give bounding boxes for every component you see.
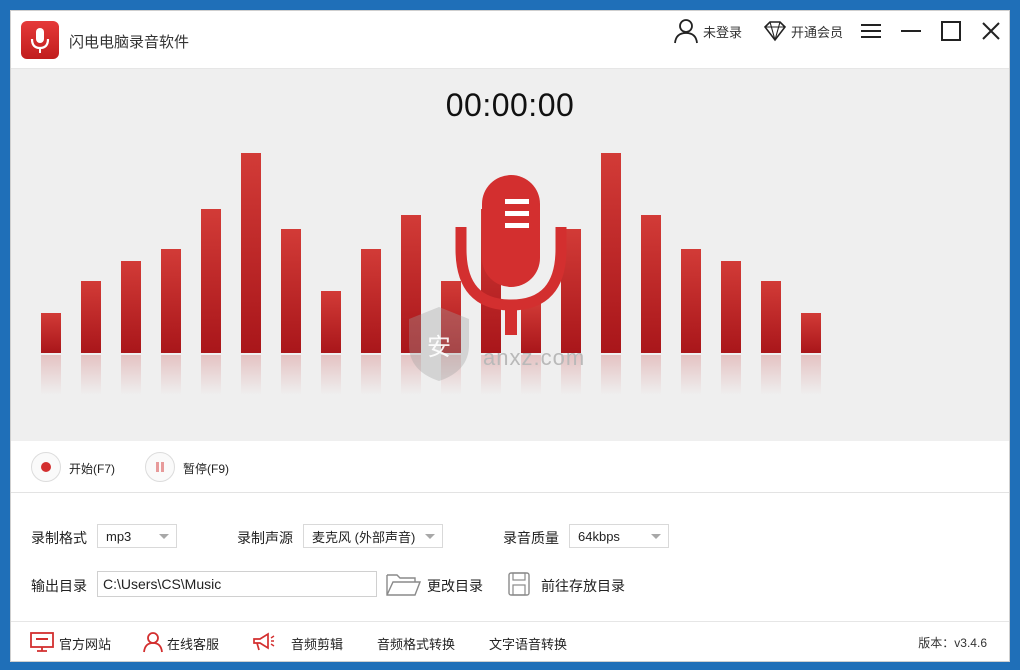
- menu-button[interactable]: [857, 17, 885, 45]
- footer-bar: 官方网站 在线客服 音频剪辑 音频格式转换 文字语音转换 版本：v3.4.6: [11, 621, 1009, 661]
- level-bar: [81, 281, 101, 353]
- customer-service-icon: [143, 632, 163, 653]
- audio-edit-link[interactable]: 音频剪辑: [291, 634, 343, 653]
- level-bar: [41, 313, 61, 353]
- level-bar-reflection: [81, 355, 101, 395]
- output-dir-input[interactable]: [97, 571, 377, 597]
- level-bar-reflection: [361, 355, 381, 395]
- level-bar-reflection: [241, 355, 261, 395]
- source-value: 麦克风 (外部声音): [312, 529, 416, 545]
- level-bar-reflection: [161, 355, 181, 395]
- level-bar-reflection: [721, 355, 741, 395]
- login-label: 未登录: [703, 24, 743, 40]
- open-output-dir-button[interactable]: 前往存放目录: [507, 569, 637, 599]
- level-bar: [321, 291, 341, 353]
- online-service-link[interactable]: 在线客服: [167, 634, 219, 653]
- watermark-shield-icon: 安: [409, 307, 469, 381]
- change-dir-button[interactable]: 更改目录: [385, 569, 491, 599]
- open-output-dir-label: 前往存放目录: [541, 578, 625, 594]
- maximize-button[interactable]: [937, 17, 965, 45]
- level-bar-reflection: [201, 355, 221, 395]
- level-bar-reflection: [641, 355, 661, 395]
- record-dot-icon: [41, 462, 51, 472]
- save-disk-icon: [508, 572, 530, 596]
- record-controls: 开始(F7) 暂停(F9): [11, 441, 1009, 493]
- maximize-icon: [941, 21, 961, 41]
- chevron-down-icon: [425, 534, 435, 539]
- app-window: 闪电电脑录音软件 未登录 开通会员 00:00:00 安 anxz.com 开始…: [10, 10, 1010, 662]
- level-bar: [641, 215, 661, 353]
- level-bar: [241, 153, 261, 353]
- text-to-speech-link[interactable]: 文字语音转换: [489, 634, 567, 653]
- app-title: 闪电电脑录音软件: [69, 34, 190, 51]
- level-bar: [361, 249, 381, 353]
- login-button[interactable]: 未登录: [673, 17, 742, 45]
- level-bar-reflection: [281, 355, 301, 395]
- format-select[interactable]: mp3: [97, 524, 177, 548]
- svg-text:安: 安: [427, 333, 451, 361]
- start-record-label: 开始(F7): [69, 462, 115, 476]
- format-label: 录制格式: [31, 530, 87, 546]
- source-select[interactable]: 麦克风 (外部声音): [303, 524, 443, 548]
- level-bar-reflection: [321, 355, 341, 395]
- close-button[interactable]: [977, 17, 1005, 45]
- level-bar-reflection: [681, 355, 701, 395]
- minimize-button[interactable]: [897, 17, 925, 45]
- close-icon: [982, 22, 1000, 40]
- version-text: 版本：v3.4.6: [918, 636, 987, 650]
- chevron-down-icon: [159, 534, 169, 539]
- level-bar: [121, 261, 141, 353]
- start-record-button[interactable]: [31, 452, 61, 482]
- official-website-link[interactable]: 官方网站: [59, 634, 111, 653]
- record-timer: 00:00:00: [445, 87, 575, 123]
- title-bar: 闪电电脑录音软件 未登录 开通会员: [11, 11, 1009, 69]
- user-icon: [674, 19, 698, 44]
- website-monitor-icon: [30, 632, 54, 652]
- level-bar: [601, 153, 621, 353]
- pause-icon: [156, 462, 164, 472]
- level-bar-reflection: [801, 355, 821, 395]
- output-dir-label: 输出目录: [31, 578, 87, 594]
- folder-icon: [386, 574, 421, 596]
- watermark-text: anxz.com: [483, 345, 586, 370]
- format-value: mp3: [106, 528, 132, 544]
- audio-visualizer: 00:00:00 安 anxz.com: [11, 69, 1009, 441]
- level-bar-reflection: [761, 355, 781, 395]
- hamburger-menu-icon: [861, 24, 881, 38]
- level-bar: [161, 249, 181, 353]
- level-bar: [681, 249, 701, 353]
- level-bar: [721, 261, 741, 353]
- pause-record-button[interactable]: [145, 452, 175, 482]
- level-bar-reflection: [601, 355, 621, 395]
- quality-value: 64kbps: [578, 528, 620, 544]
- pause-record-label: 暂停(F9): [183, 462, 229, 476]
- quality-select[interactable]: 64kbps: [569, 524, 669, 548]
- quality-label: 录音质量: [503, 530, 559, 546]
- source-label: 录制声源: [237, 530, 293, 546]
- level-bar-reflection: [121, 355, 141, 395]
- level-bar: [761, 281, 781, 353]
- change-dir-label: 更改目录: [427, 578, 483, 594]
- level-bar: [801, 313, 821, 353]
- vip-label: 开通会员: [791, 24, 844, 40]
- vip-button[interactable]: 开通会员: [763, 17, 843, 45]
- diamond-icon: [763, 21, 787, 42]
- chevron-down-icon: [651, 534, 661, 539]
- app-logo-icon: [21, 21, 59, 59]
- audio-convert-link[interactable]: 音频格式转换: [377, 634, 455, 653]
- level-bar: [281, 229, 301, 353]
- megaphone-icon: [253, 632, 275, 651]
- minimize-icon: [901, 30, 921, 32]
- level-bar-reflection: [41, 355, 61, 395]
- level-bar: [201, 209, 221, 353]
